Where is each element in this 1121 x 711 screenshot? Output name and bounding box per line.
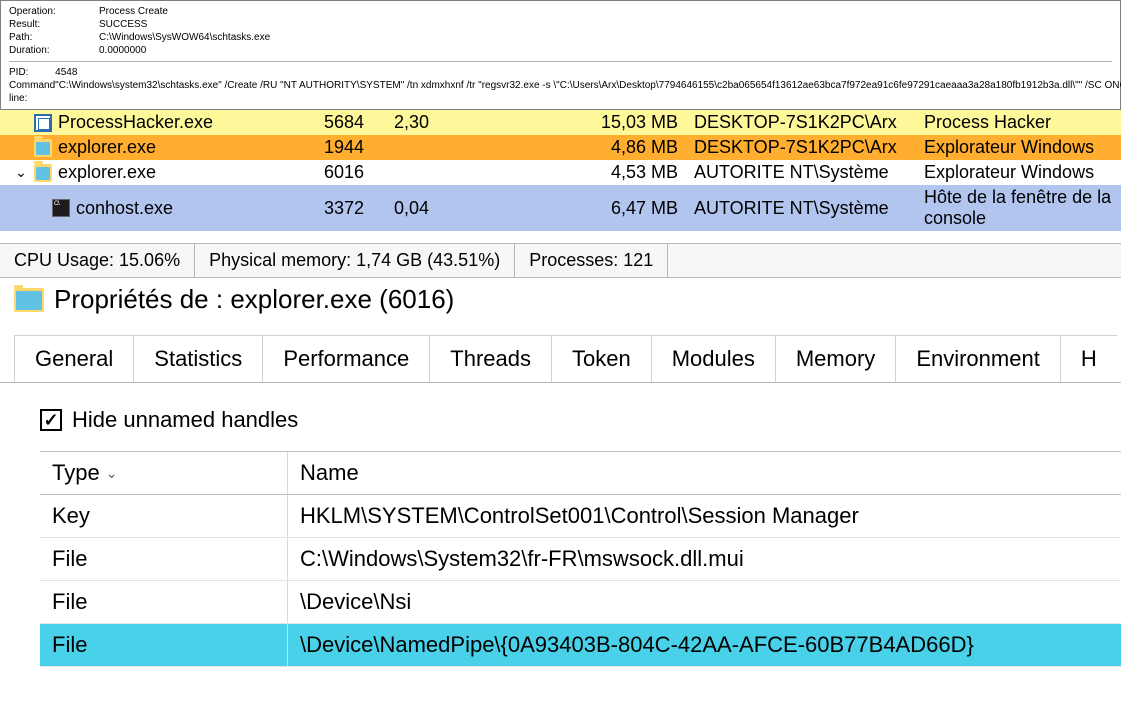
process-mem: 4,86 MB xyxy=(594,137,694,158)
hide-unnamed-handles-label: Hide unnamed handles xyxy=(72,407,298,433)
process-user: AUTORITE NT\Système xyxy=(694,198,924,219)
event-value-cmdline: "C:\Windows\system32\schtasks.exe" /Crea… xyxy=(55,79,1121,105)
tab-environment[interactable]: Environment xyxy=(895,335,1061,382)
process-name: explorer.exe xyxy=(58,162,156,183)
event-details-panel: Operation:Process Create Result:SUCCESS … xyxy=(0,0,1121,110)
process-row[interactable]: ⌄ explorer.exe 6016 4,53 MB AUTORITE NT\S… xyxy=(0,160,1121,185)
handles-header-row: Type⌄ Name xyxy=(40,452,1121,495)
process-row[interactable]: ProcessHacker.exe 5684 2,30 15,03 MB DES… xyxy=(0,110,1121,135)
event-label-result: Result: xyxy=(9,18,99,31)
process-user: DESKTOP-7S1K2PC\Arx xyxy=(694,112,924,133)
process-mem: 6,47 MB xyxy=(594,198,694,219)
tab-general[interactable]: General xyxy=(14,335,134,382)
process-mem: 4,53 MB xyxy=(594,162,694,183)
event-label-path: Path: xyxy=(9,31,99,44)
process-list[interactable]: ProcessHacker.exe 5684 2,30 15,03 MB DES… xyxy=(0,110,1121,231)
handles-header-name[interactable]: Name xyxy=(288,452,1121,494)
process-mem: 15,03 MB xyxy=(594,112,694,133)
tab-threads[interactable]: Threads xyxy=(429,335,552,382)
handles-header-type[interactable]: Type⌄ xyxy=(40,452,288,494)
process-pid: 5684 xyxy=(324,112,394,133)
handle-row[interactable]: File C:\Windows\System32\fr-FR\mswsock.d… xyxy=(40,538,1121,581)
handle-name: \Device\NamedPipe\{0A93403B-804C-42AA-AF… xyxy=(288,624,1121,666)
tab-performance[interactable]: Performance xyxy=(262,335,430,382)
process-user: DESKTOP-7S1K2PC\Arx xyxy=(694,137,924,158)
handles-table[interactable]: Type⌄ Name Key HKLM\SYSTEM\ControlSet001… xyxy=(40,451,1121,667)
event-value-operation: Process Create xyxy=(99,5,270,18)
event-label-cmdline: Command line: xyxy=(9,79,55,105)
event-label-operation: Operation: xyxy=(9,5,99,18)
handle-name: HKLM\SYSTEM\ControlSet001\Control\Sessio… xyxy=(288,495,1121,537)
process-cpu: 0,04 xyxy=(394,198,594,219)
tab-handles-truncated[interactable]: H xyxy=(1060,335,1117,382)
process-name: explorer.exe xyxy=(58,137,156,158)
handle-row[interactable]: File \Device\Nsi xyxy=(40,581,1121,624)
hide-unnamed-handles-row[interactable]: ✓ Hide unnamed handles xyxy=(0,383,1121,451)
process-desc: Explorateur Windows xyxy=(924,162,1121,183)
process-pid: 3372 xyxy=(324,198,394,219)
event-value-pid: 4548 xyxy=(55,66,1121,79)
process-cpu: 2,30 xyxy=(394,112,594,133)
process-row[interactable]: conhost.exe 3372 0,04 6,47 MB AUTORITE N… xyxy=(0,185,1121,231)
process-user: AUTORITE NT\Système xyxy=(694,162,924,183)
event-value-result: SUCCESS xyxy=(99,18,270,31)
tab-memory[interactable]: Memory xyxy=(775,335,896,382)
handle-row[interactable]: Key HKLM\SYSTEM\ControlSet001\Control\Se… xyxy=(40,495,1121,538)
checkbox-icon[interactable]: ✓ xyxy=(40,409,62,431)
handle-type: File xyxy=(40,581,288,623)
process-row[interactable]: explorer.exe 1944 4,86 MB DESKTOP-7S1K2P… xyxy=(0,135,1121,160)
status-mem: Physical memory: 1,74 GB (43.51%) xyxy=(195,244,515,277)
event-value-path: C:\Windows\SysWOW64\schtasks.exe xyxy=(99,31,270,44)
sort-arrow-icon: ⌄ xyxy=(106,465,118,482)
tab-token[interactable]: Token xyxy=(551,335,652,382)
folder-icon xyxy=(34,139,52,157)
process-desc: Process Hacker xyxy=(924,112,1121,133)
handle-type: Key xyxy=(40,495,288,537)
process-pid: 6016 xyxy=(324,162,394,183)
event-label-duration: Duration: xyxy=(9,44,99,57)
folder-icon xyxy=(14,288,44,312)
process-pid: 1944 xyxy=(324,137,394,158)
status-procs: Processes: 121 xyxy=(515,244,668,277)
process-desc: Explorateur Windows xyxy=(924,137,1121,158)
console-icon xyxy=(52,199,70,217)
event-value-duration: 0.0000000 xyxy=(99,44,270,57)
handle-type: File xyxy=(40,538,288,580)
handle-type: File xyxy=(40,624,288,666)
tree-collapse-icon[interactable]: ⌄ xyxy=(14,164,28,181)
properties-window-title: Propriétés de : explorer.exe (6016) xyxy=(0,278,1121,321)
process-icon xyxy=(34,114,52,132)
process-name: ProcessHacker.exe xyxy=(58,112,213,133)
process-desc: Hôte de la fenêtre de la console xyxy=(924,187,1121,229)
event-label-pid: PID: xyxy=(9,66,55,79)
handle-row[interactable]: File \Device\NamedPipe\{0A93403B-804C-42… xyxy=(40,624,1121,667)
status-bar: CPU Usage: 15.06% Physical memory: 1,74 … xyxy=(0,243,1121,278)
properties-tab-bar: General Statistics Performance Threads T… xyxy=(0,335,1121,383)
handle-name: C:\Windows\System32\fr-FR\mswsock.dll.mu… xyxy=(288,538,1121,580)
folder-icon xyxy=(34,164,52,182)
tab-statistics[interactable]: Statistics xyxy=(133,335,263,382)
process-name: conhost.exe xyxy=(76,198,173,219)
properties-title-text: Propriétés de : explorer.exe (6016) xyxy=(54,284,454,315)
tab-modules[interactable]: Modules xyxy=(651,335,776,382)
handle-name: \Device\Nsi xyxy=(288,581,1121,623)
status-cpu: CPU Usage: 15.06% xyxy=(0,244,195,277)
